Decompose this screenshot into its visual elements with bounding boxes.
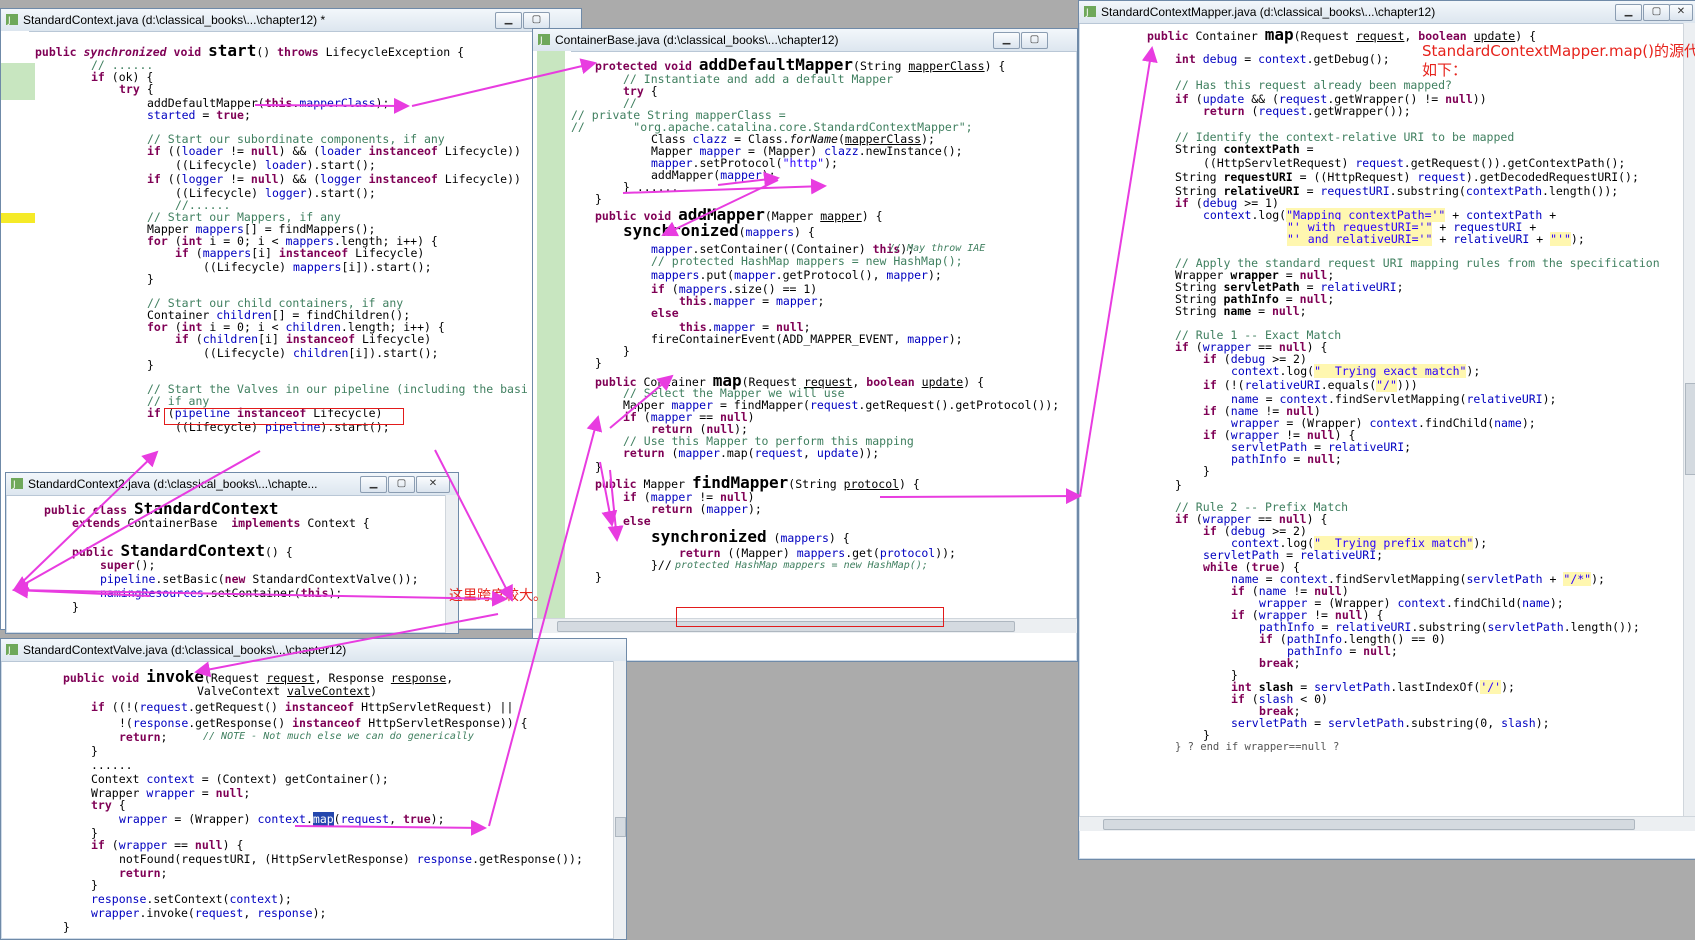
vertical-scrollbar[interactable] bbox=[1683, 23, 1695, 831]
svg-text:J: J bbox=[12, 480, 16, 490]
title-bar[interactable]: J StandardContext2.java (d:\classical_bo… bbox=[6, 473, 458, 496]
horizontal-scrollbar[interactable] bbox=[1079, 816, 1695, 831]
span-note: 这里跨度较大。 bbox=[449, 588, 547, 604]
java-file-icon: J bbox=[6, 14, 18, 26]
maximize-button[interactable]: ▢ bbox=[1643, 4, 1670, 21]
code-area[interactable]: public Container map(Request request, bo… bbox=[1091, 23, 1682, 859]
window-title: StandardContext.java (d:\classical_books… bbox=[23, 13, 326, 27]
container-base-editor: J ContainerBase.java (d:\classical_books… bbox=[532, 28, 1078, 662]
svg-text:J: J bbox=[1085, 8, 1089, 18]
minimize-button[interactable]: ▁ bbox=[360, 476, 387, 493]
scrollbar-thumb[interactable] bbox=[615, 817, 626, 837]
window-title: StandardContextValve.java (d:\classical_… bbox=[23, 643, 347, 657]
code-area[interactable]: public class StandardContext extends Con… bbox=[14, 495, 444, 633]
java-file-icon: J bbox=[6, 644, 18, 656]
code-line: // Has this request already been mapped? bbox=[1175, 78, 1452, 92]
svg-text:J: J bbox=[539, 36, 543, 46]
title-bar[interactable]: J StandardContext.java (d:\classical_boo… bbox=[1, 9, 581, 32]
maximize-button[interactable]: ▢ bbox=[523, 12, 550, 29]
title-bar[interactable]: J StandardContextMapper.java (d:\classic… bbox=[1079, 1, 1695, 24]
vertical-scrollbar[interactable] bbox=[613, 661, 626, 939]
mapper-note-line1: StandardContextMapper.map()的源代码 bbox=[1422, 42, 1695, 60]
code-line: // NOTE - Not much else we can do generi… bbox=[203, 731, 474, 742]
window-title: StandardContext2.java (d:\classical_book… bbox=[28, 477, 318, 491]
minimize-button[interactable]: ▁ bbox=[993, 32, 1020, 49]
code-line: // Instantiate and add a default Mapper bbox=[623, 72, 894, 86]
code-area[interactable]: public void invoke(Request request, Resp… bbox=[35, 661, 612, 939]
scrollbar-thumb[interactable] bbox=[1103, 819, 1635, 830]
maximize-button[interactable]: ▢ bbox=[388, 476, 415, 493]
vertical-scrollbar[interactable] bbox=[445, 495, 458, 633]
mapper-note: StandardContextMapper.map()的源代码 如下： bbox=[1422, 42, 1695, 80]
minimize-button[interactable]: ▁ bbox=[495, 12, 522, 29]
java-file-icon: J bbox=[538, 34, 550, 46]
java-file-icon: J bbox=[1084, 6, 1096, 18]
svg-text:J: J bbox=[7, 16, 11, 26]
minimize-button[interactable]: ▁ bbox=[1615, 4, 1642, 21]
code-line: // protected HashMap mappers = new HashM… bbox=[651, 254, 963, 268]
standard-context-valve-editor: J StandardContextValve.java (d:\classica… bbox=[0, 638, 627, 940]
java-file-icon: J bbox=[11, 478, 23, 490]
window-title: ContainerBase.java (d:\classical_books\.… bbox=[555, 33, 839, 47]
maximize-button[interactable]: ▢ bbox=[1021, 32, 1048, 49]
scrollbar-thumb[interactable] bbox=[1685, 383, 1695, 475]
code-line: } ? end if wrapper==null ? bbox=[1175, 741, 1340, 753]
title-bar[interactable]: J StandardContextValve.java (d:\classica… bbox=[1, 639, 626, 662]
close-button[interactable]: ✕ bbox=[416, 476, 450, 493]
code-line: protected HashMap mappers = new HashMap(… bbox=[675, 560, 928, 571]
title-bar[interactable]: J ContainerBase.java (d:\classical_books… bbox=[533, 29, 1077, 52]
close-button[interactable]: ✕ bbox=[1669, 4, 1693, 21]
window-title: StandardContextMapper.java (d:\classical… bbox=[1101, 5, 1436, 19]
change-marker bbox=[537, 51, 565, 626]
highlight-box bbox=[164, 408, 404, 425]
editor-gutter bbox=[533, 51, 571, 661]
mapper-note-line2: 如下： bbox=[1422, 61, 1468, 79]
code-area[interactable]: protected void addDefaultMapper(String m… bbox=[571, 51, 1077, 661]
svg-text:J: J bbox=[7, 646, 11, 656]
standard-context-mapper-editor: J StandardContextMapper.java (d:\classic… bbox=[1078, 0, 1695, 860]
highlight-box bbox=[676, 607, 944, 627]
standard-context2-editor: J StandardContext2.java (d:\classical_bo… bbox=[5, 472, 459, 634]
